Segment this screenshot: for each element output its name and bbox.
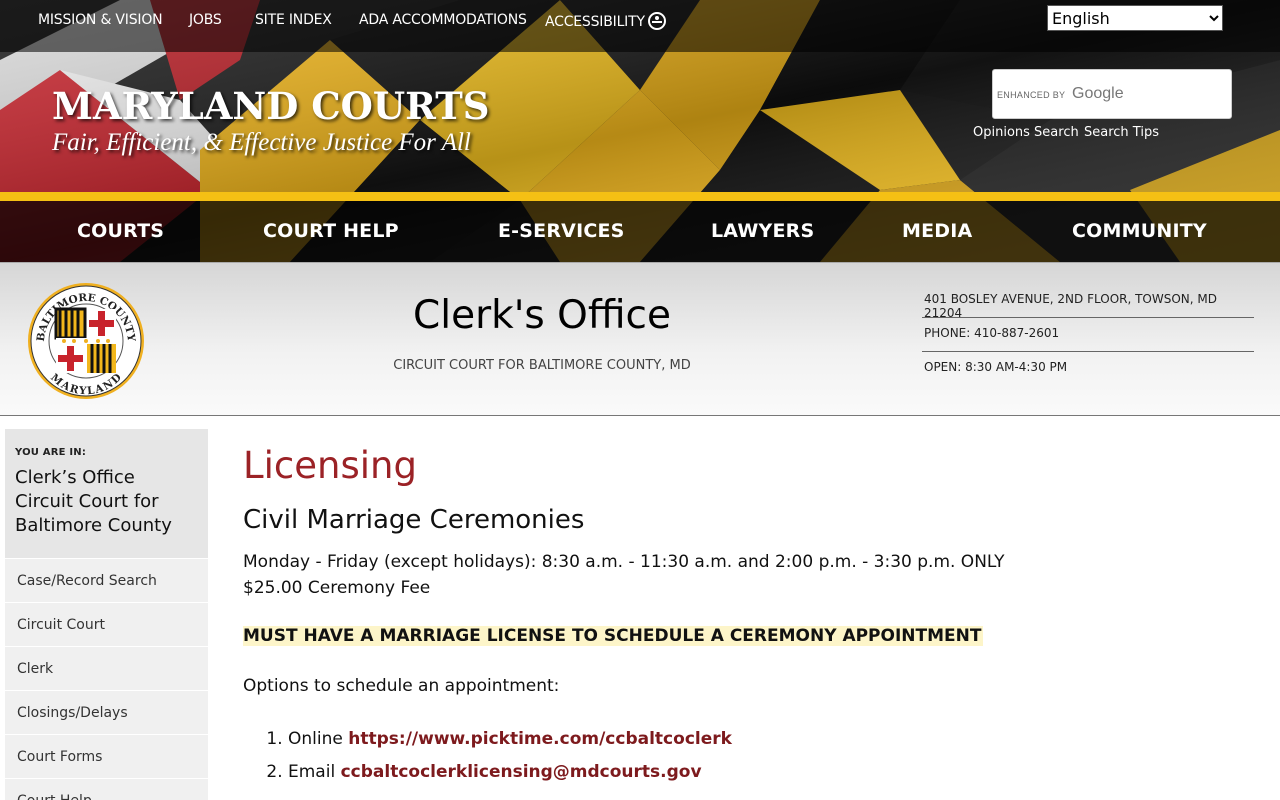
main-nav: COURTS COURT HELP E-SERVICES LAWYERS MED… <box>0 201 1280 262</box>
util-link-accessibility-label: ACCESSIBILITY <box>545 14 645 30</box>
ceremony-hours: Monday - Friday (except holidays): 8:30 … <box>243 549 1243 601</box>
hours-line: Monday - Friday (except holidays): 8:30 … <box>243 552 1005 572</box>
sidebar-item-court-forms[interactable]: Court Forms <box>5 734 208 778</box>
util-link-accessibility[interactable]: ACCESSIBILITY <box>545 12 666 30</box>
license-required-notice: MUST HAVE A MARRIAGE LICENSE TO SCHEDULE… <box>243 626 984 646</box>
contact-divider <box>922 351 1254 352</box>
option-label: Online <box>288 729 343 749</box>
nav-e-services[interactable]: E-SERVICES <box>498 220 625 242</box>
location-line: Clerk’s Office <box>15 467 135 488</box>
list-item: Email ccbaltcoclerklicensing@mdcourts.go… <box>288 756 1243 789</box>
office-phone: PHONE: 410-887-2601 <box>924 326 1060 340</box>
util-link-mission-vision[interactable]: MISSION & VISION <box>38 12 163 28</box>
options-intro: Options to schedule an appointment: <box>243 676 560 696</box>
site-tagline: Fair, Efficient, & Effective Justice For… <box>52 129 471 156</box>
nav-lawyers[interactable]: LAWYERS <box>711 220 814 242</box>
section-title: Civil Marriage Ceremonies <box>243 505 585 535</box>
sidebar-item-circuit-court[interactable]: Circuit Court <box>5 602 208 646</box>
office-banner: BALTIMORE COUNTY MARYLAND Clerk's Office… <box>0 262 1280 416</box>
page-title: Licensing <box>243 444 417 487</box>
office-hours: OPEN: 8:30 AM-4:30 PM <box>924 360 1068 374</box>
list-item: Online https://www.picktime.com/ccbaltco… <box>288 723 1243 756</box>
option-label: Email <box>288 762 336 782</box>
appointment-options-list: Online https://www.picktime.com/ccbaltco… <box>243 723 1243 789</box>
accessibility-icon <box>647 12 666 30</box>
office-title: Clerk's Office <box>413 293 671 338</box>
fee-line: $25.00 Ceremony Fee <box>243 578 431 598</box>
nav-courts[interactable]: COURTS <box>77 220 164 242</box>
you-are-in-label: YOU ARE IN: <box>15 447 87 458</box>
baltimore-county-seal-icon: BALTIMORE COUNTY MARYLAND <box>28 283 144 399</box>
office-subtitle: CIRCUIT COURT FOR BALTIMORE COUNTY, MD <box>393 358 691 373</box>
util-link-site-index[interactable]: SITE INDEX <box>255 12 332 28</box>
picktime-link[interactable]: https://www.picktime.com/ccbaltcoclerk <box>348 729 732 749</box>
location-line: Circuit Court for <box>15 491 159 512</box>
site-title[interactable]: MARYLAND COURTS <box>52 84 490 128</box>
gold-stripe <box>0 192 1280 201</box>
opinions-search-link[interactable]: Opinions Search <box>973 125 1079 140</box>
office-address: 401 BOSLEY AVENUE, 2ND FLOOR, TOWSON, MD… <box>924 292 1218 320</box>
you-are-in-location: Clerk’s Office Circuit Court for Baltimo… <box>15 466 198 538</box>
location-line: Baltimore County <box>15 515 172 536</box>
nav-court-help[interactable]: COURT HELP <box>263 220 399 242</box>
main-content: Licensing Civil Marriage Ceremonies Mond… <box>243 444 1243 789</box>
nav-community[interactable]: COMMUNITY <box>1072 220 1207 242</box>
sidebar-item-case-record-search[interactable]: Case/Record Search <box>5 558 208 602</box>
you-are-in-box: YOU ARE IN: Clerk’s Office Circuit Court… <box>5 429 208 558</box>
sidebar-item-court-help[interactable]: Court Help <box>5 778 208 800</box>
util-link-jobs[interactable]: JOBS <box>189 12 222 28</box>
sidebar-item-closings-delays[interactable]: Closings/Delays <box>5 690 208 734</box>
language-select[interactable]: English <box>1047 5 1223 31</box>
site-search-box[interactable]: ENHANCED BY Google <box>992 69 1232 119</box>
email-link[interactable]: ccbaltcoclerklicensing@mdcourts.gov <box>341 762 702 782</box>
util-link-ada-accommodations[interactable]: ADA ACCOMMODATIONS <box>359 12 527 28</box>
contact-divider <box>922 317 1254 318</box>
sidebar-item-clerk[interactable]: Clerk <box>5 646 208 690</box>
search-tips-link[interactable]: Search Tips <box>1084 125 1159 140</box>
sidebar: YOU ARE IN: Clerk’s Office Circuit Court… <box>5 429 208 800</box>
nav-media[interactable]: MEDIA <box>902 220 972 242</box>
